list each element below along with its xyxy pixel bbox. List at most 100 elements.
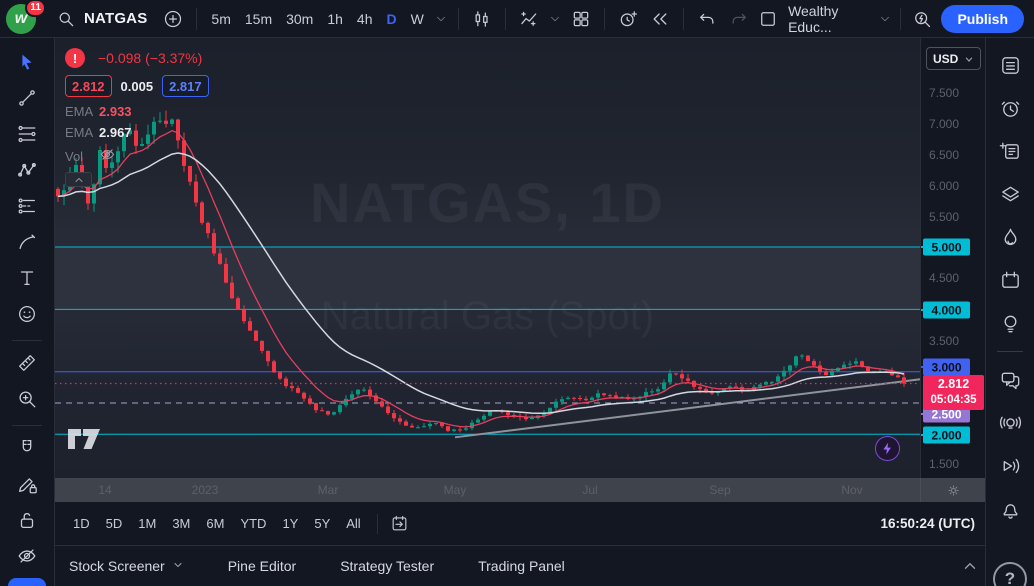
timeframe-5m[interactable]: 5m	[204, 6, 237, 32]
chevron-down-icon[interactable]	[546, 4, 564, 34]
timeframe-w[interactable]: W	[404, 6, 431, 32]
tab-stock-screener[interactable]: Stock Screener	[69, 558, 184, 574]
level-price-label: 4.000	[923, 301, 970, 319]
toolbar-separator	[900, 7, 902, 30]
volume-indicator-label[interactable]: Vol	[65, 149, 99, 164]
tool-emoji[interactable]	[9, 298, 45, 332]
toolbar-separator	[682, 7, 684, 30]
tool-brush[interactable]	[9, 226, 45, 260]
plus-circle-icon[interactable]	[158, 4, 188, 34]
server-clock[interactable]: 16:50:24 (UTC)	[880, 516, 975, 531]
time-axis[interactable]: 14 2023 Mar May Jul Sep Nov	[55, 478, 985, 502]
publish-button[interactable]: Publish	[941, 4, 1025, 33]
price-tick: 5.500	[929, 210, 960, 224]
layout-square-icon[interactable]	[756, 4, 781, 34]
date-range-toolbar: 1D 5D 1M 3M 6M YTD 1Y 5Y All 16:50:24 (UTC)	[55, 502, 985, 545]
tool-lock-open[interactable]	[9, 504, 45, 538]
tool-zoom-in[interactable]	[9, 383, 45, 417]
bolt-search-icon[interactable]	[909, 4, 934, 34]
tool-eye-slash[interactable]	[9, 540, 45, 574]
layout-name[interactable]: Wealthy Educ...	[788, 3, 870, 35]
price-change-value: −0.098 (−3.37%)	[98, 50, 203, 66]
tool-xabcd-pattern[interactable]	[9, 154, 45, 188]
go-to-date-icon[interactable]	[386, 510, 414, 538]
undo-icon[interactable]	[692, 4, 722, 34]
tool-draw-lock[interactable]	[9, 468, 45, 502]
timeframe-d[interactable]: D	[380, 6, 404, 32]
sidebar-flame-icon[interactable]	[993, 220, 1027, 254]
indicators-icon[interactable]	[514, 4, 544, 34]
drawing-toolbar-overflow-pill[interactable]	[8, 578, 46, 586]
range-3m[interactable]: 3M	[164, 511, 198, 536]
tool-fib-retracement[interactable]	[9, 118, 45, 152]
range-6m[interactable]: 6M	[198, 511, 232, 536]
legend-collapse-button[interactable]	[65, 172, 92, 187]
bar-countdown: 05:04:35	[930, 393, 977, 406]
candles-icon[interactable]	[467, 4, 497, 34]
sidebar-broadcast-bulb-icon[interactable]	[993, 406, 1027, 440]
search-icon[interactable]	[51, 4, 81, 34]
tab-strategy-tester[interactable]: Strategy Tester	[340, 558, 434, 574]
tool-trend-line[interactable]	[9, 82, 45, 116]
timeframe-30m[interactable]: 30m	[279, 6, 320, 32]
tradingview-logo[interactable]	[67, 428, 101, 453]
sidebar-bell-icon[interactable]	[993, 492, 1027, 526]
price-scale[interactable]: USD 7.500 7.000 6.500 6.000 5.500 4.500 3.500 1…	[920, 38, 985, 478]
expand-panel-chevron-up-icon[interactable]	[958, 554, 982, 578]
time-axis-label: 14	[98, 483, 112, 497]
sidebar-lightbulb-icon[interactable]	[993, 306, 1027, 340]
sidebar-chats-icon[interactable]	[993, 363, 1027, 397]
range-ytd[interactable]: YTD	[232, 511, 274, 536]
range-1m[interactable]: 1M	[130, 511, 164, 536]
sidebar-alarm-clock-icon[interactable]	[993, 91, 1027, 125]
timeframe-4h[interactable]: 4h	[350, 6, 380, 32]
notification-count-badge: 11	[25, 0, 46, 17]
volume-hidden-eye-icon[interactable]	[99, 146, 116, 166]
currency-selector[interactable]: USD	[926, 47, 981, 70]
chevron-down-icon[interactable]	[432, 4, 450, 34]
layout-grid-icon[interactable]	[566, 4, 596, 34]
timeframe-1h[interactable]: 1h	[320, 6, 350, 32]
boost-lightning-button[interactable]	[875, 436, 900, 461]
redo-icon[interactable]	[724, 4, 754, 34]
range-5y[interactable]: 5Y	[306, 511, 338, 536]
fib-retracement-icon	[16, 123, 38, 148]
range-1d[interactable]: 1D	[65, 511, 98, 536]
toolbar-separator	[504, 7, 506, 30]
ema-indicator-label[interactable]: EMA	[65, 104, 99, 119]
buy-price-button[interactable]: 2.817	[162, 75, 209, 97]
range-5d[interactable]: 5D	[98, 511, 131, 536]
chart-pane[interactable]: NATGAS, 1D Natural Gas (Spot) ! −0.098 (…	[55, 38, 920, 478]
tool-text-tool[interactable]	[9, 262, 45, 296]
sidebar-layers-icon[interactable]	[993, 177, 1027, 211]
app-logo[interactable]: w 11	[6, 0, 46, 34]
sidebar-calendar-icon[interactable]	[993, 263, 1027, 297]
data-issue-warning-icon[interactable]: !	[65, 48, 85, 68]
sidebar-watchlist-icon[interactable]	[993, 48, 1027, 82]
sell-price-button[interactable]: 2.812	[65, 75, 112, 97]
chevron-down-icon[interactable]	[877, 4, 892, 34]
time-axis-label: May	[443, 483, 467, 497]
chart-settings-gear-icon[interactable]	[920, 478, 985, 502]
replay-icon[interactable]	[645, 4, 675, 34]
tradingview-app: w 11 NATGAS 5m 15m 30m 1h 4h D W Wealthy Educ..…	[0, 0, 1034, 586]
price-tick: 3.500	[929, 334, 960, 348]
last-price-label: 2.812 05:04:35	[923, 375, 984, 410]
range-all[interactable]: All	[338, 511, 368, 536]
symbol-name[interactable]: NATGAS	[84, 10, 147, 27]
sidebar-news-plus-icon[interactable]	[993, 134, 1027, 168]
tab-pine-editor[interactable]: Pine Editor	[228, 558, 296, 574]
tool-ruler[interactable]	[9, 347, 45, 381]
tool-cursor[interactable]	[9, 46, 45, 80]
chevron-down-icon	[172, 558, 184, 574]
timeframe-15m[interactable]: 15m	[238, 6, 279, 32]
tool-magnet[interactable]	[9, 432, 45, 466]
range-1y[interactable]: 1Y	[274, 511, 306, 536]
tool-forecast[interactable]	[9, 190, 45, 224]
tab-trading-panel[interactable]: Trading Panel	[478, 558, 565, 574]
ema-slow-value: 2.967	[99, 125, 132, 140]
chevron-down-icon	[965, 56, 973, 62]
sidebar-play-streams-icon[interactable]	[993, 449, 1027, 483]
alert-plus-icon[interactable]	[613, 4, 643, 34]
ema-indicator-label[interactable]: EMA	[65, 125, 99, 140]
